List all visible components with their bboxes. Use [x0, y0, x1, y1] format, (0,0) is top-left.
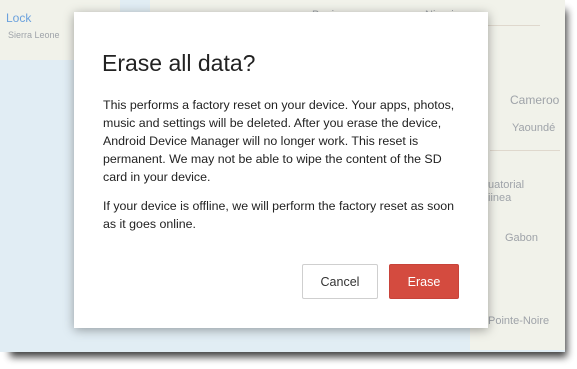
- map-background[interactable]: Sierra Leone Benin Nigeria Cameroo Yaoun…: [0, 0, 565, 352]
- erase-dialog: Erase all data? This performs a factory …: [74, 12, 488, 328]
- dialog-title: Erase all data?: [102, 50, 256, 76]
- cancel-button[interactable]: Cancel: [302, 264, 378, 299]
- dialog-body-warning: This performs a factory reset on your de…: [103, 98, 455, 184]
- erase-button[interactable]: Erase: [389, 264, 459, 299]
- dialog-body-offline: If your device is offline, we will perfo…: [103, 199, 454, 231]
